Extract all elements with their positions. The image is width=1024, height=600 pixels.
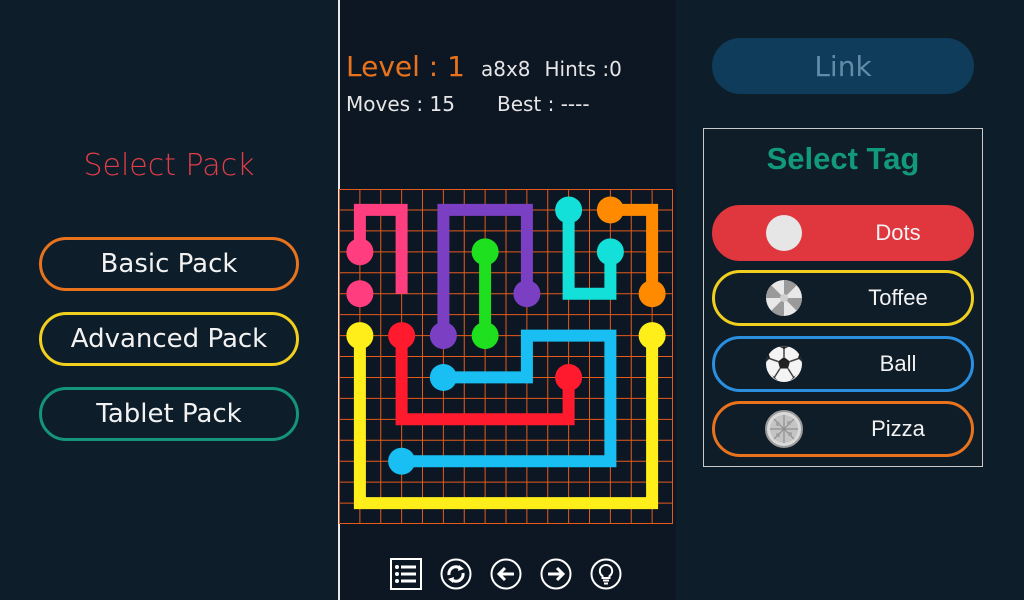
best-score: Best : ---- [496,92,590,116]
moves-count: Moves : 15 [346,92,455,116]
tag-dots-button[interactable]: Dots [712,205,974,261]
tag-label: Ball [879,351,917,376]
flow-dot-yellow[interactable] [638,322,666,350]
advanced-pack-button[interactable]: Advanced Pack [39,312,299,366]
flow-dot-blue[interactable] [388,447,416,475]
hint-icon[interactable] [590,558,622,590]
flow-dot-orange[interactable] [638,280,666,308]
flow-dot-pink[interactable] [346,238,374,266]
dot-icon [766,215,802,251]
tag-label: Pizza [871,416,925,441]
flow-dot-red[interactable] [388,322,416,350]
select-pack-title: Select Pack [83,148,255,183]
tag-label: Toffee [868,285,928,310]
flow-dot-pink[interactable] [346,280,374,308]
level-header: Level : 1 a8x8 Hints :0 [346,50,622,86]
tag-label: Dots [875,220,921,245]
select-pack-panel: Select Pack Basic Pack Advanced Pack Tab… [0,0,338,600]
restart-icon[interactable] [440,558,472,590]
flow-dot-orange[interactable] [596,196,624,224]
flow-dot-cyan[interactable] [555,196,583,224]
tag-ball-button[interactable]: Ball [712,336,974,392]
flow-dot-blue[interactable] [429,363,457,391]
flow-dot-purple[interactable] [429,322,457,350]
select-tag-title: Select Tag [766,141,920,176]
level-label: Level : 1 [346,50,465,83]
basic-pack-button[interactable]: Basic Pack [39,237,299,291]
game-board[interactable] [339,189,673,524]
grid-size-label: a8x8 [480,57,531,81]
tag-toffee-button[interactable]: Toffee [712,270,974,326]
list-icon[interactable] [390,558,422,590]
next-icon[interactable] [540,558,572,590]
select-tag-dialog: Select Tag Dots Toffee Ball Pizza [703,128,983,467]
grid-lines [339,189,673,524]
flow-dot-cyan[interactable] [596,238,624,266]
tag-pizza-button[interactable]: Pizza [712,401,974,457]
flow-dot-green[interactable] [471,238,499,266]
flow-dot-red[interactable] [555,363,583,391]
soccer-ball-icon [766,346,802,382]
link-button[interactable]: Link [712,38,974,94]
hints-count: Hints :0 [544,57,622,81]
stats-row: Moves : 15 Best : ---- [346,92,590,116]
flow-dot-purple[interactable] [513,280,541,308]
flow-dot-yellow[interactable] [346,322,374,350]
flow-dot-green[interactable] [471,322,499,350]
toffee-icon [766,280,802,316]
previous-icon[interactable] [490,558,522,590]
game-toolbar [390,558,622,592]
pizza-icon [765,410,803,448]
tablet-pack-button[interactable]: Tablet Pack [39,387,299,441]
